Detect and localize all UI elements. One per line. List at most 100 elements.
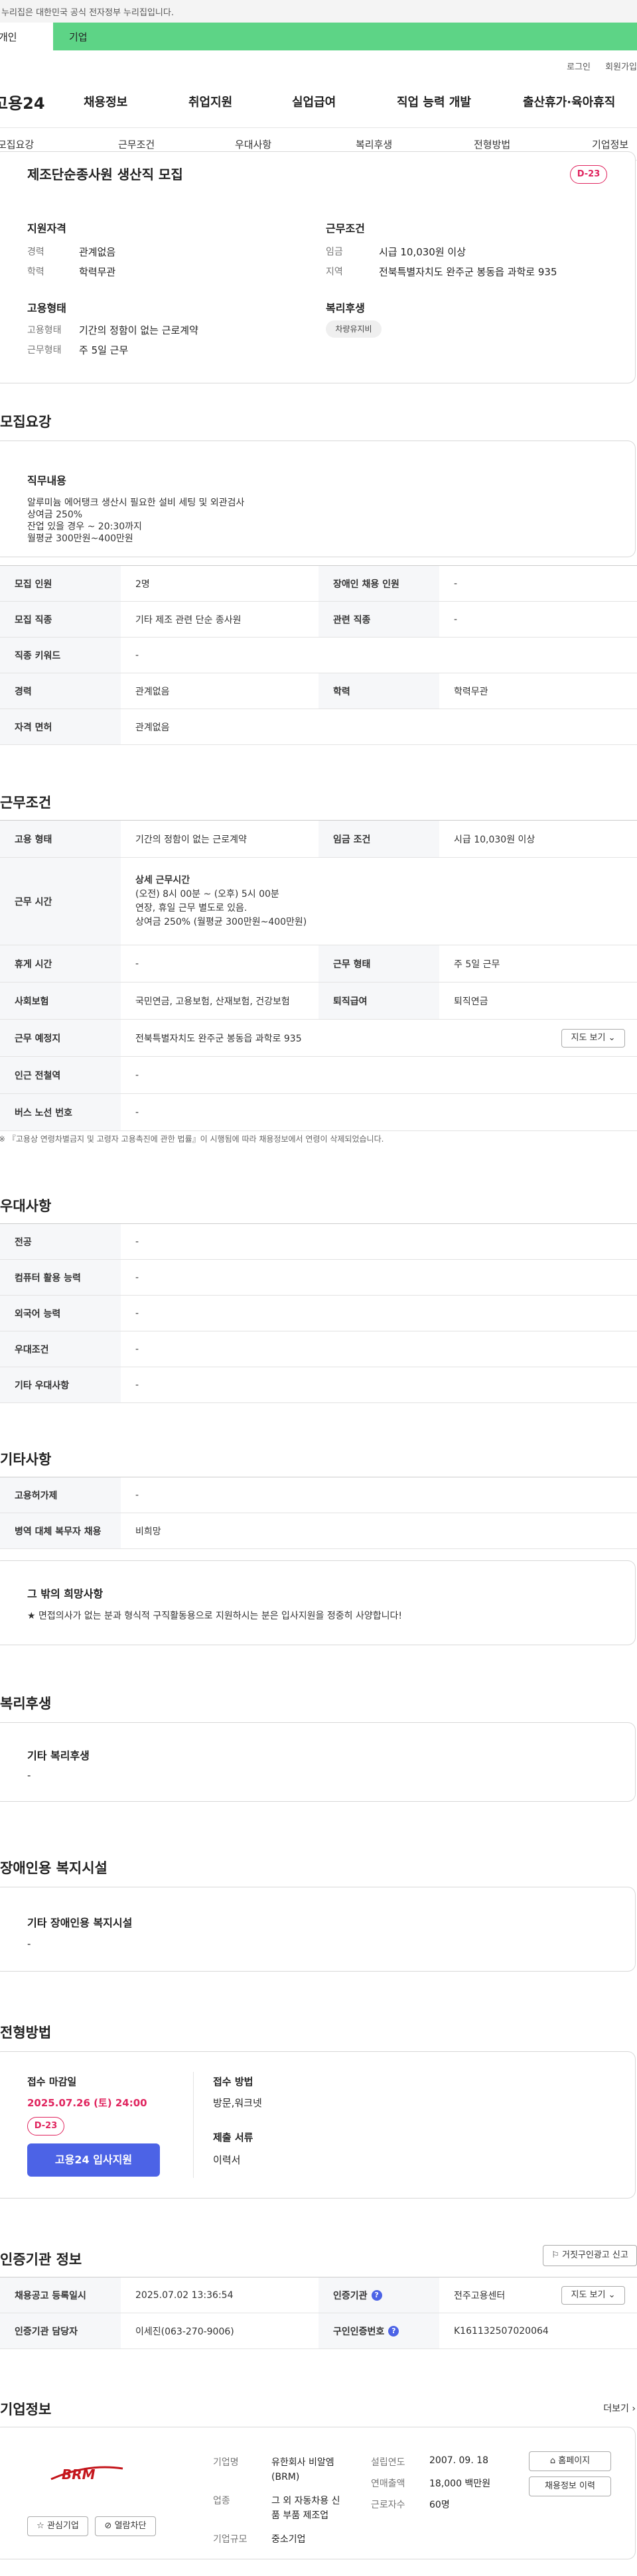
table-row: 버스 노선 번호 - xyxy=(0,1094,637,1131)
section-nav-recruit[interactable]: 모집요강 xyxy=(0,137,34,151)
table-row: 직종 키워드 - xyxy=(0,638,637,673)
gnb-item-vocational-training[interactable]: 직업 능력 개발 xyxy=(397,93,471,110)
tab-personal[interactable]: 개인 xyxy=(0,23,53,50)
table-header: 모집 직종 xyxy=(0,602,121,637)
apply-button[interactable]: 고용24 입사지원 xyxy=(27,2143,160,2177)
job-title: 제조단순종사원 생산직 모집 xyxy=(27,167,183,182)
wage-value: 시급 10,030원 이상 xyxy=(379,246,466,258)
table-cell: - xyxy=(135,1272,139,1283)
work-hours-line: 상여금 250% (월평균 300만원~400만원) xyxy=(135,916,307,927)
table-cell: - xyxy=(135,958,139,969)
company-more-link[interactable]: 더보기 › xyxy=(603,2402,636,2415)
top-links: 로그인 회원가입 xyxy=(555,60,637,72)
job-line: 월평균 300만원~400만원 xyxy=(27,533,133,544)
work-hours-title: 상세 근무시간 xyxy=(135,874,190,886)
table-row: 병역 대체 복무자 채용 비희망 xyxy=(0,1513,637,1549)
work-hours-line: 연장, 휴일 근무 별도로 있음. xyxy=(135,902,248,914)
table-row: 휴게 시간 - 근무 형태 주 5일 근무 xyxy=(0,945,637,983)
table-header: 장애인 채용 인원 xyxy=(318,566,439,601)
section-nav-welfare[interactable]: 복리후생 xyxy=(356,137,392,151)
job-description-box: 직무내용 알루미늄 에어탱크 생산시 필요한 설비 세팅 및 외관검사 상여금 … xyxy=(0,441,636,557)
table-row: 자격 면허 관계없음 xyxy=(0,709,637,745)
table-cell: - xyxy=(135,1107,139,1118)
help-icon[interactable]: ? xyxy=(388,2325,399,2337)
table-cell: 전주고용센터 xyxy=(454,2290,506,2301)
interest-company-button[interactable]: ☆ 관심기업 xyxy=(27,2516,88,2536)
homepage-label: 홈페이지 xyxy=(558,2456,591,2466)
table-header: 인근 전철역 xyxy=(0,1057,121,1093)
table-row: 우대조건 - xyxy=(0,1331,637,1367)
gnb-item-jobs[interactable]: 채용정보 xyxy=(84,93,127,110)
agency-table: 채용공고 등록일시 2025.07.02 13:36:54 인증기관? 전주고용… xyxy=(0,2277,637,2349)
table-cell: 주 5일 근무 xyxy=(454,959,500,970)
user-type-tabs: 개인 기업 xyxy=(0,23,637,50)
section-nav-company[interactable]: 기업정보 xyxy=(592,137,628,151)
chevron-down-icon: ⌄ xyxy=(608,2290,616,2300)
table-header: 직종 키워드 xyxy=(0,638,121,673)
founded-label: 설립연도 xyxy=(371,2457,405,2468)
section-nav-conditions[interactable]: 근무조건 xyxy=(118,137,155,151)
site-logo[interactable]: 고용24 xyxy=(0,90,45,113)
industry-label: 업종 xyxy=(213,2496,230,2506)
table-row: 경력 관계없음 학력 학력무관 xyxy=(0,673,637,709)
gnb-item-employment-support[interactable]: 취업지원 xyxy=(188,93,232,110)
table-row: 사회보험 국민연금, 고용보험, 산재보험, 건강보험 퇴직급여 퇴직연금 xyxy=(0,983,637,1020)
false-ad-report-button[interactable]: ⚐ 거짓구인광고 신고 xyxy=(543,2245,637,2266)
help-icon[interactable]: ? xyxy=(371,2289,382,2301)
company-card: BRM ☆ 관심기업 ⊘ 열람차단 기업명 유한회사 비알엠 (BRM) 업종 … xyxy=(0,2427,636,2559)
table-row: 고용허가제 - xyxy=(0,1477,637,1513)
table-cell: 기타 제조 관련 단순 종사원 xyxy=(135,614,242,626)
map-view-button[interactable]: 지도 보기 ⌄ xyxy=(561,1029,625,1048)
table-row: 컴퓨터 활용 능력 - xyxy=(0,1260,637,1296)
homepage-button[interactable]: ⌂ 홈페이지 xyxy=(529,2451,611,2471)
table-row: 전공 - xyxy=(0,1224,637,1260)
block-view-button[interactable]: ⊘ 열람차단 xyxy=(95,2516,156,2536)
table-cell: 시급 10,030원 이상 xyxy=(454,834,535,845)
table-header: 인증기관? xyxy=(318,2277,439,2313)
table-cell: 2명 xyxy=(135,578,150,590)
disabled-facility-value: - xyxy=(27,1938,31,1950)
section-nav-preference[interactable]: 우대사항 xyxy=(235,137,271,151)
dday-badge: D-23 xyxy=(570,165,607,184)
preference-heading: 우대사항 xyxy=(0,1198,52,1214)
other-wishes-title: 그 밖의 희망사항 xyxy=(27,1588,104,1600)
agency-map-button[interactable]: 지도 보기 ⌄ xyxy=(561,2286,625,2305)
table-header: 병역 대체 복무자 채용 xyxy=(0,1513,121,1548)
block-icon: ⊘ xyxy=(104,2521,112,2531)
table-cell: - xyxy=(135,1069,139,1081)
welfare-heading: 복리후생 xyxy=(0,1696,52,1712)
region-label: 지역 xyxy=(326,267,343,277)
job-description-text: 알루미늄 에어탱크 생산시 필요한 설비 세팅 및 외관검사 상여금 250% … xyxy=(27,497,244,545)
gov-banner-text: 이 누리집은 대한민국 공식 전자정부 누리집입니다. xyxy=(0,8,174,18)
work-condition-title: 근무조건 xyxy=(326,222,365,235)
gnb-item-parental-leave[interactable]: 출산휴가·육아휴직 xyxy=(523,93,615,110)
section-nav-selection[interactable]: 전형방법 xyxy=(474,137,510,151)
employee-count-value: 60명 xyxy=(429,2500,450,2510)
join-link[interactable]: 회원가입 xyxy=(605,62,637,72)
table-cell: 퇴직연금 xyxy=(454,996,488,1007)
table-header: 학력 xyxy=(318,673,439,709)
recruit-history-button[interactable]: 채용정보 이력 xyxy=(529,2476,611,2496)
interest-label: 관심기업 xyxy=(46,2521,79,2531)
table-header: 근무 예정지 xyxy=(0,1020,121,1056)
table-cell: 학력무관 xyxy=(454,686,488,697)
block-label: 열람차단 xyxy=(114,2521,147,2531)
table-row: 채용공고 등록일시 2025.07.02 13:36:54 인증기관? 전주고용… xyxy=(0,2277,637,2313)
job-line: 알루미늄 에어탱크 생산시 필요한 설비 세팅 및 외관검사 xyxy=(27,498,245,508)
gnb-item-unemployment-benefit[interactable]: 실업급여 xyxy=(292,93,336,110)
table-cell: 비희망 xyxy=(135,1526,161,1537)
table-header: 기타 우대사항 xyxy=(0,1367,121,1402)
table-row: 외국어 능력 - xyxy=(0,1296,637,1331)
table-cell: 전북특별자치도 완주군 봉동읍 과학로 935 xyxy=(135,1033,302,1044)
table-header: 우대조건 xyxy=(0,1331,121,1367)
table-header: 경력 xyxy=(0,673,121,709)
tab-personal-label: 개인 xyxy=(0,31,17,43)
table-header: 구인인증번호? xyxy=(318,2313,439,2348)
table-row: 인증기관 담당자 이세진(063-270-9006) 구인인증번호? K1611… xyxy=(0,2313,637,2349)
login-link[interactable]: 로그인 xyxy=(567,62,591,72)
company-logo-graphic: BRM xyxy=(50,2466,123,2482)
selection-heading: 전형방법 xyxy=(0,2025,52,2041)
tab-company[interactable]: 기업 xyxy=(53,23,637,50)
job-description-title: 직무내용 xyxy=(27,474,66,487)
table-cell: 국민연금, 고용보험, 산재보험, 건강보험 xyxy=(135,996,290,1007)
